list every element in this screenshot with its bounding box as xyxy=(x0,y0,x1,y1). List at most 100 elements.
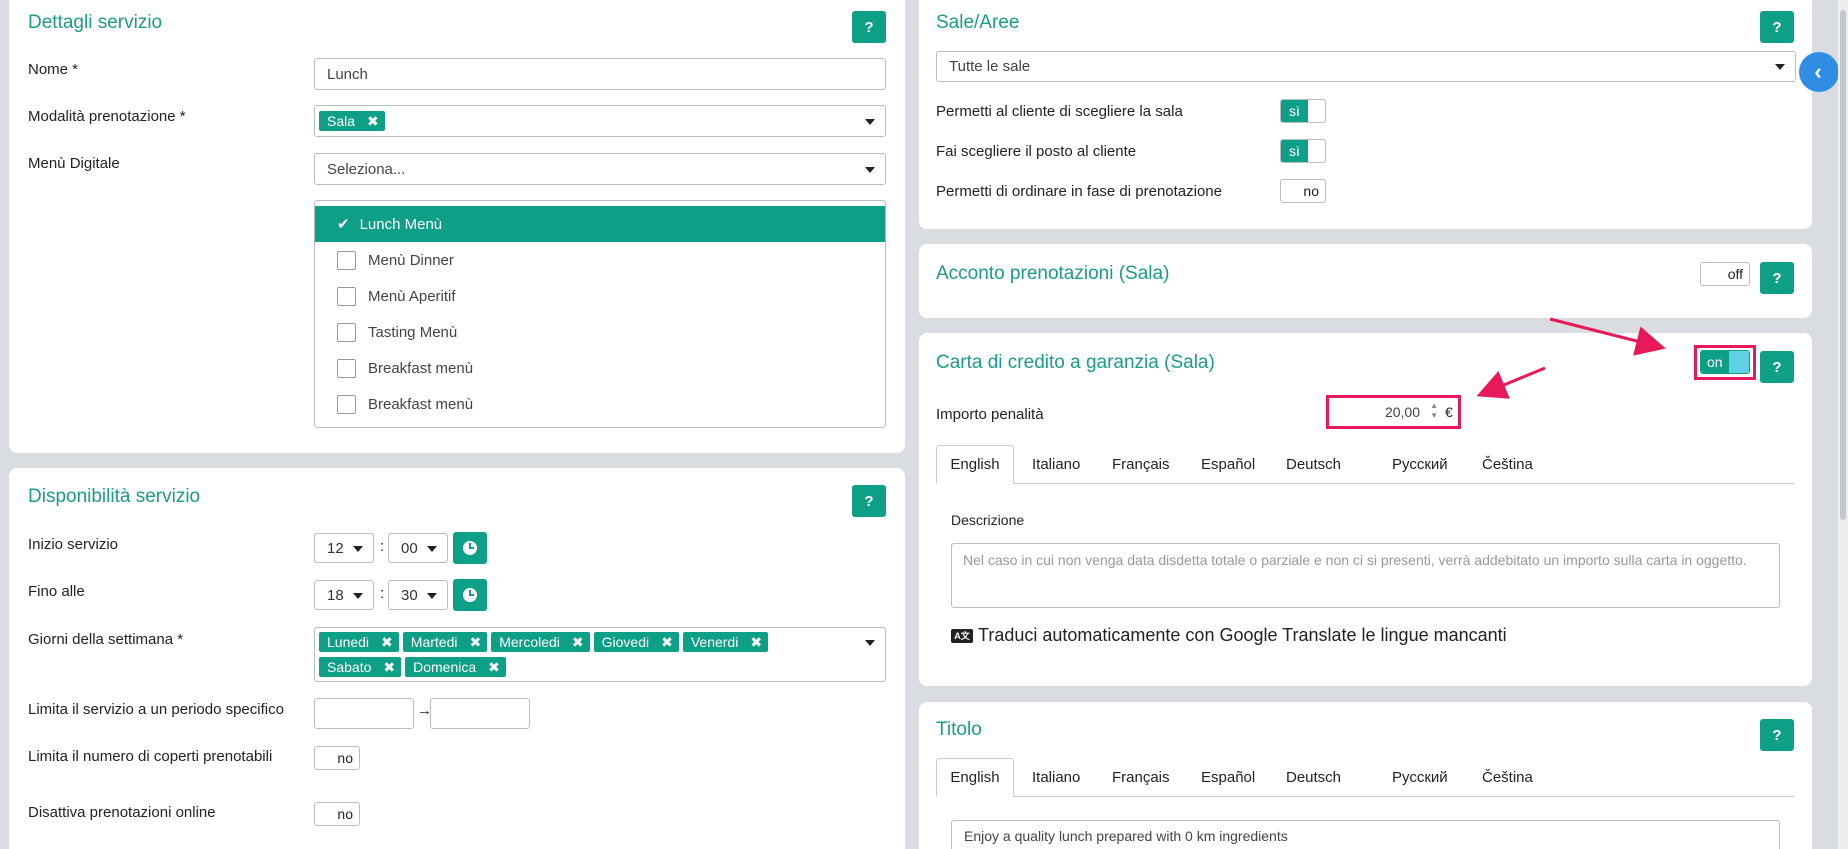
remove-tag-icon[interactable]: ✖ xyxy=(572,634,584,651)
scrollbar[interactable] xyxy=(1838,0,1848,849)
tab-italiano[interactable]: Italiano xyxy=(1032,758,1080,796)
menu-option[interactable]: Menù Dinner xyxy=(315,242,885,278)
chevron-down-icon xyxy=(865,119,875,125)
remove-tag-icon[interactable]: ✖ xyxy=(367,113,379,130)
day-tag: Sabato ✖ xyxy=(319,657,402,677)
chevron-down-icon xyxy=(865,640,875,646)
checkbox[interactable] xyxy=(337,286,356,306)
checkbox[interactable] xyxy=(337,394,356,414)
tab-espanol[interactable]: Español xyxy=(1201,758,1255,796)
inizio-minute-select[interactable]: 00 xyxy=(388,533,448,563)
tab-deutsch[interactable]: Deutsch xyxy=(1286,445,1341,483)
sale-opt2-toggle[interactable]: sì xyxy=(1280,139,1326,163)
tab-czech[interactable]: Čeština xyxy=(1482,758,1533,796)
fino-hour-select[interactable]: 18 xyxy=(314,580,374,610)
card-title: Titolo xyxy=(936,719,982,740)
inizio-hour-select[interactable]: 12 xyxy=(314,533,374,563)
tab-czech[interactable]: Čeština xyxy=(1482,445,1533,483)
chevron-down-icon xyxy=(427,593,437,599)
remove-tag-icon[interactable]: ✖ xyxy=(383,659,395,676)
coperti-label: Limita il numero di coperti prenotabili xyxy=(28,748,273,765)
help-button[interactable]: ? xyxy=(1760,11,1794,43)
giorni-select[interactable]: Lunedi ✖ Martedi ✖ Mercoledi ✖ Giovedi ✖ Ven… xyxy=(314,627,886,682)
sale-select[interactable]: Tutte le sale xyxy=(936,51,1796,82)
card-sale-aree: Sale/Aree ? Tutte le sale Permetti al cl… xyxy=(919,0,1812,229)
chevron-down-icon xyxy=(353,546,363,552)
translate-icon: A文 xyxy=(951,628,973,643)
acconto-toggle[interactable]: off xyxy=(1700,262,1750,286)
tab-francais[interactable]: Français xyxy=(1112,758,1170,796)
menu-option[interactable]: Tasting Menù xyxy=(315,314,885,350)
importo-input[interactable]: 20,00 ▲ ▼ xyxy=(1334,399,1442,425)
modalita-label: Modalità prenotazione * xyxy=(28,108,186,125)
remove-tag-icon[interactable]: ✖ xyxy=(661,634,673,651)
toggle-knob xyxy=(1728,351,1749,373)
chevron-down-icon xyxy=(1775,64,1785,70)
scrollbar-thumb[interactable] xyxy=(1840,10,1846,520)
nome-input[interactable]: Lunch xyxy=(314,58,886,90)
translate-row[interactable]: A文 Traduci automaticamente con Google Tr… xyxy=(951,625,1507,646)
day-tag: Mercoledi ✖ xyxy=(491,632,590,652)
remove-tag-icon[interactable]: ✖ xyxy=(488,659,500,676)
checkbox[interactable] xyxy=(337,250,356,270)
periodo-start-input[interactable] xyxy=(314,698,414,729)
descrizione-textarea[interactable]: Nel caso in cui non venga data disdetta … xyxy=(951,543,1780,608)
currency-label: € xyxy=(1445,404,1453,420)
card-title: Acconto prenotazioni (Sala) xyxy=(936,263,1170,284)
chevron-down-icon xyxy=(865,167,875,173)
help-button[interactable]: ? xyxy=(1760,262,1794,294)
tab-english[interactable]: English xyxy=(936,758,1014,797)
carta-toggle[interactable]: on xyxy=(1700,350,1750,374)
chevron-left-icon: ‹ xyxy=(1814,59,1822,84)
menu-options-list: ✔ Lunch Menù Menù Dinner Menù Aperitif T… xyxy=(314,200,886,428)
checkbox[interactable] xyxy=(337,322,356,342)
help-button[interactable]: ? xyxy=(852,11,886,43)
remove-tag-icon[interactable]: ✖ xyxy=(381,634,393,651)
sale-opt3-toggle[interactable]: no xyxy=(1280,179,1326,203)
coperti-toggle[interactable]: no xyxy=(314,746,360,770)
modalita-select[interactable]: Sala ✖ xyxy=(314,105,886,137)
card-disponibilita-servizio: Disponibilità servizio ? Inizio servizio… xyxy=(9,468,905,849)
sale-opt2-label: Fai scegliere il posto al cliente xyxy=(936,143,1137,160)
help-button[interactable]: ? xyxy=(1760,719,1794,751)
clock-button[interactable] xyxy=(453,532,487,564)
menu-label: Menù Digitale xyxy=(28,155,120,172)
stepper-icon[interactable]: ▲ ▼ xyxy=(1430,401,1438,421)
tab-russian[interactable]: Русский xyxy=(1392,445,1448,483)
menu-option[interactable]: Menù Aperitif xyxy=(315,278,885,314)
tab-russian[interactable]: Русский xyxy=(1392,758,1448,796)
menu-option[interactable]: Breakfast menù xyxy=(315,350,885,386)
remove-tag-icon[interactable]: ✖ xyxy=(750,634,762,651)
modalita-tag: Sala ✖ xyxy=(319,111,385,131)
card-title: Carta di credito a garanzia (Sala) xyxy=(936,352,1215,373)
fino-minute-select[interactable]: 30 xyxy=(388,580,448,610)
tab-espanol[interactable]: Español xyxy=(1201,445,1255,483)
menu-option[interactable]: Breakfast menù xyxy=(315,386,885,422)
help-button[interactable]: ? xyxy=(852,485,886,517)
remove-tag-icon[interactable]: ✖ xyxy=(469,634,481,651)
importo-label: Importo penalità xyxy=(936,406,1044,423)
tab-english[interactable]: English xyxy=(936,445,1014,484)
tab-deutsch[interactable]: Deutsch xyxy=(1286,758,1341,796)
clock-button[interactable] xyxy=(453,579,487,611)
side-panel-toggle[interactable]: ‹ xyxy=(1799,52,1839,92)
online-toggle[interactable]: no xyxy=(314,802,360,826)
time-separator: : xyxy=(380,538,385,555)
chevron-down-icon xyxy=(427,546,437,552)
menu-option[interactable]: ✔ Lunch Menù xyxy=(315,206,885,242)
periodo-end-input[interactable] xyxy=(430,698,530,729)
menu-placeholder: Seleziona... xyxy=(327,160,406,178)
carta-language-tabs: English Italiano Français Español Deutsc… xyxy=(936,445,1794,484)
tab-francais[interactable]: Français xyxy=(1112,445,1170,483)
sale-opt1-toggle[interactable]: sì xyxy=(1280,99,1326,123)
check-icon: ✔ xyxy=(337,216,350,233)
menu-select[interactable]: Seleziona... xyxy=(314,153,886,185)
day-tag: Lunedi ✖ xyxy=(319,632,399,652)
descrizione-label: Descrizione xyxy=(951,512,1025,528)
chevron-down-icon xyxy=(353,593,363,599)
titolo-input[interactable]: Enjoy a quality lunch prepared with 0 km… xyxy=(951,820,1780,849)
nome-label: Nome * xyxy=(28,61,79,78)
help-button[interactable]: ? xyxy=(1760,351,1794,383)
checkbox[interactable] xyxy=(337,358,356,378)
tab-italiano[interactable]: Italiano xyxy=(1032,445,1080,483)
